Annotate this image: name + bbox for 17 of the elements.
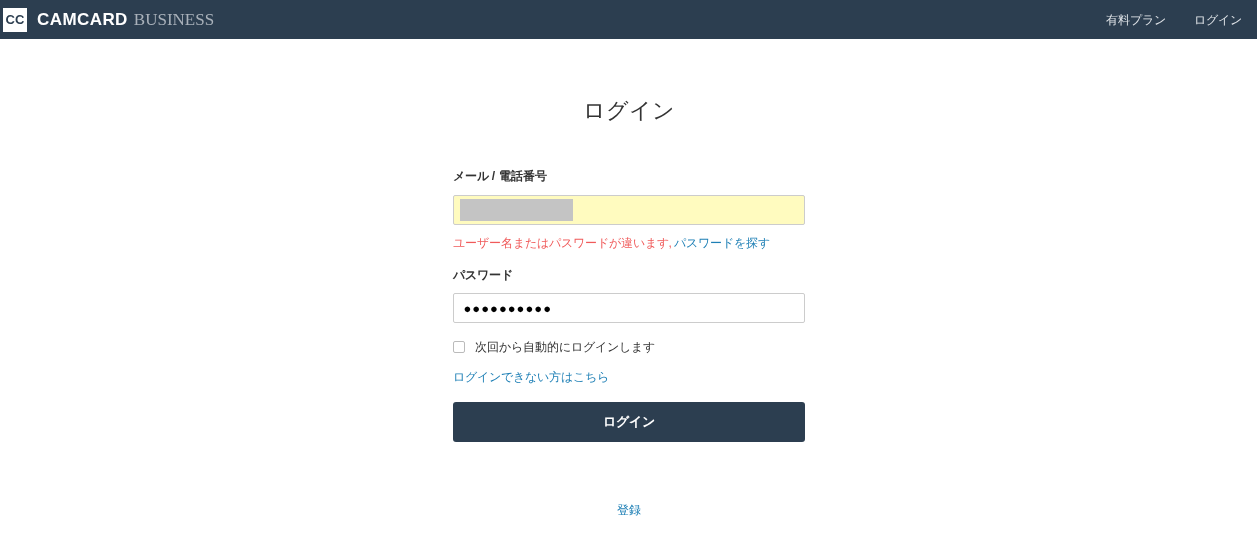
page-title: ログイン [582,97,675,125]
field-label: パスワード [452,267,514,284]
brand-suffix: BUSINESS [133,8,215,31]
help-link[interactable]: ログインできない方はこちら [452,368,609,386]
login-button[interactable]: ログイン [452,402,805,442]
remember-label: 次回から自動的にログインします [474,339,655,356]
email-field[interactable] [452,195,805,225]
remember-checkbox[interactable] [452,341,465,353]
brand-name: CAMCARD [37,8,128,31]
error-message: ユーザー名またはパスワードが違います, パスワードを探す [452,235,771,252]
nav-link[interactable]: 有料プラン [1106,10,1166,29]
nav-link[interactable]: ログイン [1194,10,1242,29]
register-link[interactable]: 登録 [616,501,641,519]
password-field[interactable]: ●●●●●●●●●● [452,293,805,323]
find-password-link[interactable]: パスワードを探す [673,236,770,250]
logo-mark: CC [3,7,27,32]
field-label: メール / 電話番号 [452,168,548,185]
